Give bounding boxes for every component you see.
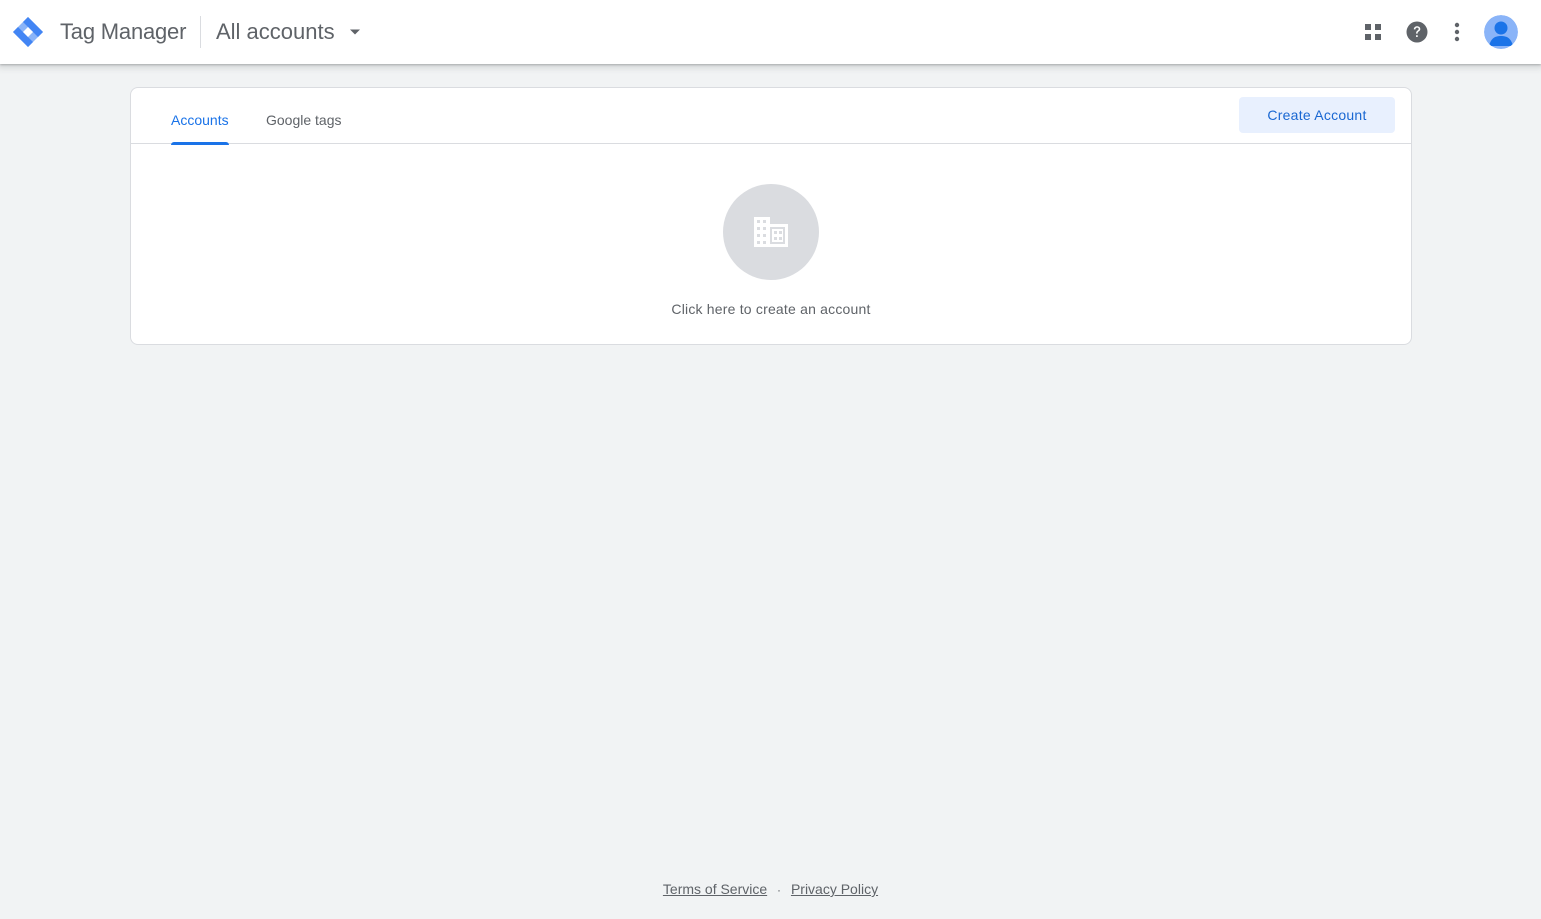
more-vert-icon (1454, 22, 1460, 42)
empty-state[interactable]: Click here to create an account (131, 184, 1411, 319)
product-name: Tag Manager (60, 19, 187, 44)
tab-bar: Accounts Google tags Create Account (131, 88, 1411, 145)
accounts-card: Accounts Google tags Create Account Clic… (130, 87, 1412, 345)
tab-google-tags-label: Google tags (266, 112, 342, 128)
building-icon (754, 217, 788, 247)
empty-state-text: Click here to create an account (671, 301, 871, 317)
empty-state-circle (723, 184, 819, 280)
active-tab-indicator (171, 142, 229, 145)
create-account-button[interactable]: Create Account (1239, 97, 1395, 133)
terms-of-service-link[interactable]: Terms of Service (663, 881, 767, 897)
account-avatar-icon[interactable] (1484, 15, 1518, 49)
tab-google-tags[interactable]: Google tags (266, 110, 342, 144)
more-options-button[interactable] (1437, 12, 1477, 52)
help-icon (1406, 21, 1428, 43)
tag-manager-logo-icon[interactable] (12, 16, 44, 48)
tab-accounts-label: Accounts (171, 112, 229, 128)
help-button[interactable] (1397, 12, 1437, 52)
tab-accounts[interactable]: Accounts (171, 110, 229, 145)
account-switcher-label: All accounts (216, 19, 335, 44)
apps-grid-icon (1365, 24, 1381, 40)
account-switcher[interactable]: All accounts (208, 12, 369, 52)
apps-button[interactable] (1353, 12, 1393, 52)
caret-down-icon (349, 29, 360, 35)
footer: Terms of Service · Privacy Policy (0, 879, 1541, 900)
top-app-bar: Tag Manager All accounts (0, 0, 1541, 64)
header-divider (200, 16, 201, 48)
privacy-policy-link[interactable]: Privacy Policy (791, 881, 878, 897)
footer-separator: · (777, 883, 782, 897)
